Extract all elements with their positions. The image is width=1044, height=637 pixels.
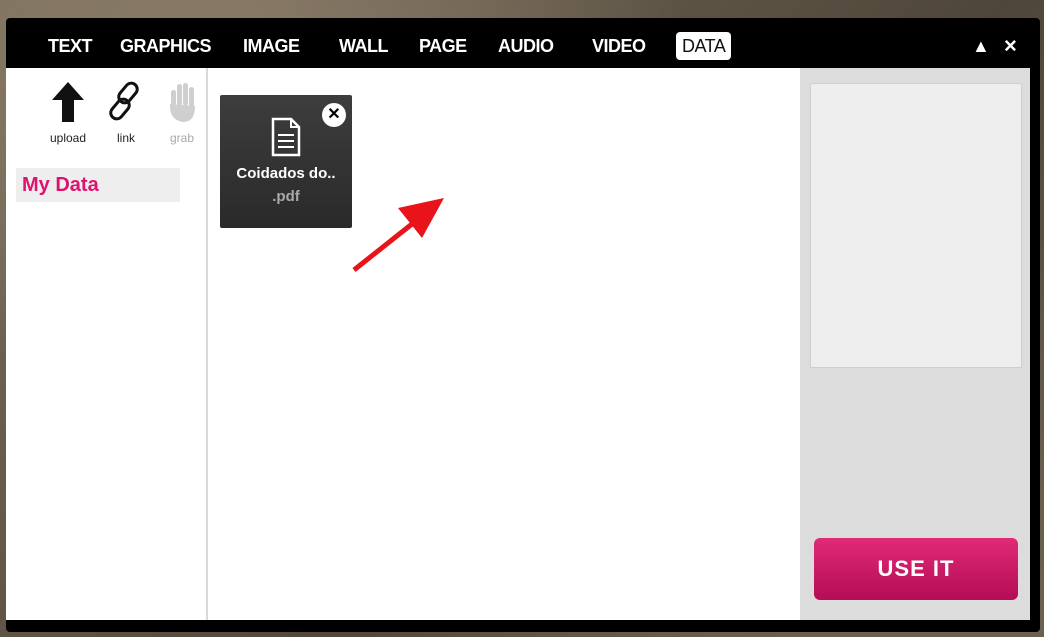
close-circle-icon[interactable]: ✕ bbox=[322, 103, 346, 127]
left-sidebar: upload link grab My Data bbox=[6, 68, 208, 620]
tab-bar: TEXT GRAPHICS IMAGE WALL PAGE AUDIO VIDE… bbox=[6, 18, 1040, 68]
link-tool[interactable]: link bbox=[104, 80, 148, 145]
hand-grab-icon bbox=[169, 83, 195, 122]
file-card[interactable]: ✕ Coidados do.. .pdf bbox=[220, 95, 352, 228]
file-list-area: ✕ Coidados do.. .pdf bbox=[208, 68, 798, 620]
chain-link-icon bbox=[109, 81, 139, 121]
tab-data[interactable]: DATA bbox=[676, 32, 732, 60]
data-panel-window: TEXT GRAPHICS IMAGE WALL PAGE AUDIO VIDE… bbox=[6, 18, 1040, 632]
grab-tool[interactable]: grab bbox=[160, 80, 204, 145]
content-area: upload link grab My Data ✕ Coidados do..… bbox=[6, 68, 1030, 620]
tab-video[interactable]: VIDEO bbox=[592, 32, 646, 60]
right-panel: USE IT bbox=[800, 68, 1030, 620]
file-extension: .pdf bbox=[272, 188, 300, 205]
link-label: link bbox=[116, 131, 135, 145]
file-name: Coidados do.. bbox=[236, 165, 336, 182]
tab-text[interactable]: TEXT bbox=[48, 32, 93, 60]
use-it-button[interactable]: USE IT bbox=[814, 538, 1018, 600]
upload-label: upload bbox=[49, 131, 87, 145]
grab-label: grab bbox=[169, 131, 195, 145]
tab-wall[interactable]: WALL bbox=[339, 32, 389, 60]
upload-tool[interactable]: upload bbox=[46, 80, 90, 145]
tab-page[interactable]: PAGE bbox=[419, 32, 467, 60]
tab-audio[interactable]: AUDIO bbox=[498, 32, 554, 60]
my-data-item[interactable]: My Data bbox=[16, 168, 180, 202]
upload-arrow-icon bbox=[52, 82, 84, 122]
red-arrow-icon bbox=[352, 198, 444, 272]
tab-graphics[interactable]: GRAPHICS bbox=[120, 32, 212, 60]
triangle-up-icon[interactable]: ▲ bbox=[972, 32, 990, 60]
document-icon bbox=[271, 117, 301, 157]
close-icon[interactable]: × bbox=[1004, 32, 1017, 60]
preview-box bbox=[810, 83, 1022, 368]
tab-image[interactable]: IMAGE bbox=[243, 32, 300, 60]
